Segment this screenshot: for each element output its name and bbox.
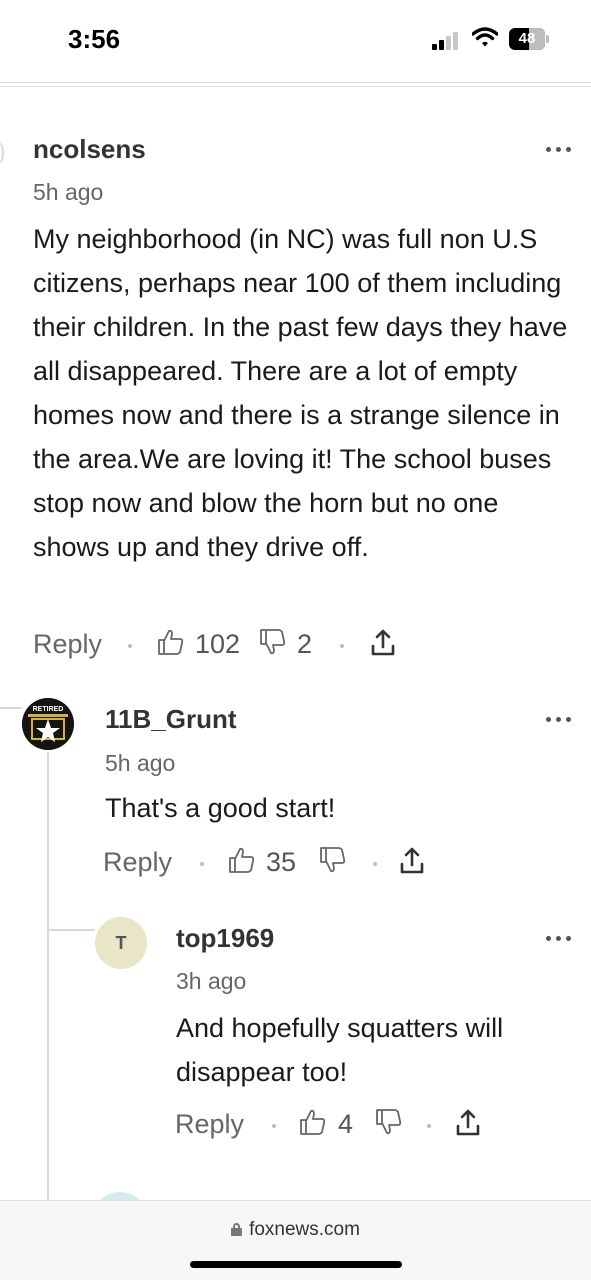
comment-timestamp: 5h ago <box>33 179 104 205</box>
comment-timestamp: 5h ago <box>105 750 176 776</box>
thumbs-down-icon[interactable] <box>319 845 347 875</box>
comment-text: That's a good start! <box>105 793 336 823</box>
reply-button[interactable]: Reply <box>33 629 102 660</box>
comment-actions: Reply 35 <box>103 845 443 885</box>
army-star-icon: RETIRED <box>22 698 74 750</box>
wifi-icon <box>472 27 498 47</box>
comment-username[interactable]: top1969 <box>176 923 274 954</box>
reply-button[interactable]: Reply <box>103 847 172 878</box>
share-icon[interactable] <box>454 1107 482 1137</box>
header-divider <box>0 82 591 87</box>
thread-line <box>49 929 95 931</box>
thumbs-down-icon[interactable] <box>375 1107 403 1137</box>
status-bar: 3:56 48 <box>0 0 591 82</box>
thread-line <box>0 707 22 709</box>
url-display[interactable]: foxnews.com <box>0 1219 591 1241</box>
dislike-count: 2 <box>297 629 313 659</box>
comment-username[interactable]: ncolsens <box>33 134 146 165</box>
thumbs-up-icon[interactable] <box>299 1107 327 1137</box>
share-icon[interactable] <box>398 845 426 875</box>
more-options-icon[interactable] <box>544 144 574 154</box>
comment-actions: Reply 102 2 <box>33 627 433 667</box>
like-count: 4 <box>338 1109 354 1139</box>
thumbs-down-icon[interactable] <box>259 627 287 657</box>
avatar[interactable]: T <box>95 917 147 969</box>
lock-icon <box>231 1223 243 1236</box>
thumbs-up-icon[interactable] <box>157 627 185 657</box>
battery-level: 48 <box>518 30 536 47</box>
reply-button[interactable]: Reply <box>175 1109 244 1140</box>
like-count: 35 <box>266 847 297 877</box>
like-count: 102 <box>195 629 241 659</box>
more-options-icon[interactable] <box>544 714 574 724</box>
more-options-icon[interactable] <box>544 933 574 943</box>
avatar[interactable]: RETIRED <box>22 698 74 750</box>
thumbs-up-icon[interactable] <box>228 845 256 875</box>
cellular-signal-icon <box>432 30 464 50</box>
home-indicator[interactable] <box>190 1261 402 1268</box>
comment-text: And hopefully squatters will disappear t… <box>176 1013 504 1087</box>
share-icon[interactable] <box>369 627 397 657</box>
comment-text: My neighborhood (in NC) was full non U.S… <box>33 224 568 562</box>
url-text: foxnews.com <box>249 1219 360 1240</box>
comment-actions: Reply 4 <box>175 1107 495 1147</box>
thread-line <box>47 752 49 1200</box>
avatar-badge-text: RETIRED <box>33 706 64 713</box>
thread-line <box>0 138 4 168</box>
comment-timestamp: 3h ago <box>176 968 247 994</box>
status-time: 3:56 <box>68 24 121 54</box>
comment-username[interactable]: 11B_Grunt <box>105 704 237 735</box>
browser-address-bar[interactable]: foxnews.com <box>0 1200 591 1280</box>
battery-icon: 48 <box>509 28 549 50</box>
